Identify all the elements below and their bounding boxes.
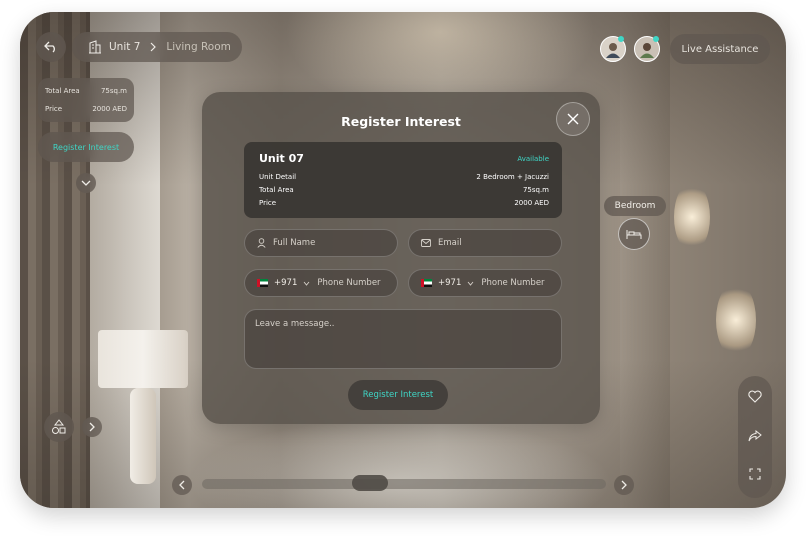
floor-lamp-shade (98, 330, 188, 388)
message-field[interactable]: Leave a message.. (244, 309, 562, 369)
chevron-right-icon (621, 480, 627, 490)
modal-title: Register Interest (341, 114, 461, 129)
close-icon (567, 113, 579, 125)
heart-icon[interactable] (748, 390, 762, 403)
uae-flag-icon (257, 279, 268, 287)
right-toolbar (738, 376, 772, 498)
unit-info-card: Total Area 75sq.m Price 2000 AED (38, 78, 134, 122)
breadcrumb-room[interactable]: Living Room (166, 41, 230, 53)
scroll-left-button[interactable] (172, 475, 192, 495)
total-area-value: 75sq.m (100, 87, 127, 95)
phone-placeholder: Phone Number (317, 278, 381, 288)
wall-sconce (674, 182, 710, 252)
unit-summary-card: Unit 07 Available Unit Detail 2 Bedroom … (244, 142, 562, 218)
scene-scrollbar[interactable] (202, 479, 606, 489)
chevron-down-icon (468, 281, 474, 286)
unit-detail-value: 2 Bedroom + Jacuzzi (476, 173, 549, 181)
building-icon (89, 40, 101, 54)
chevron-down-icon (304, 281, 310, 286)
unit-name: Unit 07 (259, 152, 304, 165)
shapes-icon (52, 419, 66, 434)
chevron-right-icon (150, 42, 157, 52)
undo-arrow-icon (44, 41, 55, 53)
full-name-field[interactable]: Full Name (244, 229, 398, 257)
scrollbar-thumb[interactable] (352, 475, 388, 491)
total-area-value: 75sq.m (522, 186, 549, 194)
price-label: Price (45, 105, 63, 113)
unit-status-badge: Available (517, 155, 549, 163)
chevron-left-icon (179, 480, 185, 490)
bed-icon (626, 230, 642, 239)
scroll-right-button[interactable] (614, 475, 634, 495)
avatar-icon (606, 43, 620, 58)
fullscreen-icon[interactable] (749, 468, 761, 480)
mail-icon (421, 239, 431, 247)
email-field[interactable]: Email (408, 229, 562, 257)
hotspot-label[interactable]: Bedroom (604, 196, 666, 216)
phone-placeholder: Phone Number (481, 278, 545, 288)
share-icon[interactable] (748, 430, 762, 442)
register-interest-submit-button[interactable]: Register Interest (348, 380, 448, 410)
user-icon (257, 238, 266, 248)
wall-sconce (716, 282, 756, 358)
email-placeholder: Email (438, 238, 462, 248)
message-placeholder: Leave a message.. (255, 319, 335, 329)
price-value: 2000 AED (514, 199, 549, 207)
chevron-right-icon (89, 422, 95, 432)
floor-lamp-base (130, 388, 156, 484)
country-code[interactable]: +971 (274, 278, 297, 288)
bedroom-hotspot[interactable] (618, 218, 650, 250)
next-button[interactable] (82, 417, 102, 437)
shapes-button[interactable] (44, 412, 74, 442)
close-button[interactable] (556, 102, 590, 136)
full-name-placeholder: Full Name (273, 238, 316, 248)
expand-button[interactable] (76, 173, 96, 193)
country-code[interactable]: +971 (438, 278, 461, 288)
breadcrumb: Unit 7 Living Room (72, 32, 242, 62)
uae-flag-icon (421, 279, 432, 287)
price-value: 2000 AED (92, 105, 127, 113)
back-button[interactable] (36, 32, 66, 62)
chevron-down-icon (81, 180, 91, 186)
total-area-label: Total Area (259, 186, 294, 194)
online-indicator (618, 36, 624, 42)
unit-detail-label: Unit Detail (259, 173, 297, 181)
avatar-icon (640, 43, 654, 58)
register-interest-button[interactable]: Register Interest (38, 132, 134, 162)
live-assistance-button[interactable]: Live Assistance (670, 34, 770, 64)
phone-field[interactable]: +971 Phone Number (408, 269, 562, 297)
register-interest-modal: Register Interest Unit 07 Available Unit… (202, 92, 600, 424)
breadcrumb-unit[interactable]: Unit 7 (109, 41, 140, 53)
price-label: Price (259, 199, 277, 207)
total-area-label: Total Area (45, 87, 80, 95)
online-indicator (653, 36, 659, 42)
phone-field[interactable]: +971 Phone Number (244, 269, 398, 297)
